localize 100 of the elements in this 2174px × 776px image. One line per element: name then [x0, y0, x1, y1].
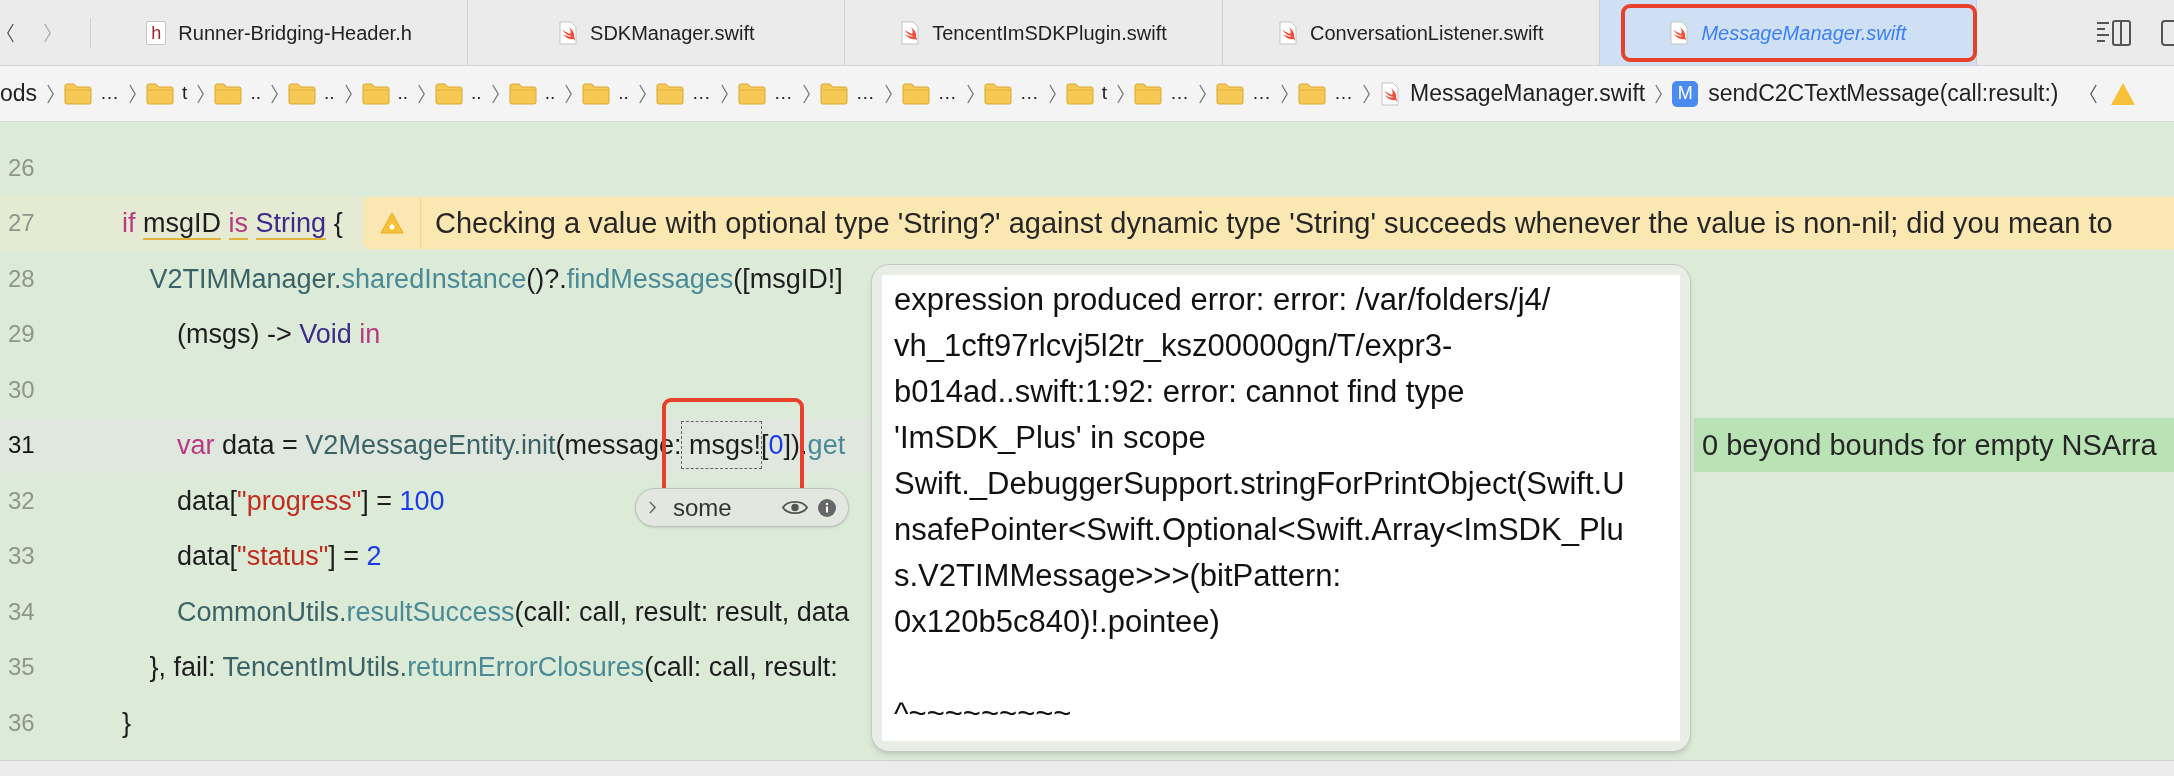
folder-icon — [287, 82, 316, 105]
swift-file-icon — [1278, 20, 1298, 45]
breadcrumb-folder[interactable]: .. — [508, 79, 556, 108]
back-icon — [6, 21, 15, 44]
forward-icon — [43, 21, 52, 44]
line-number: 35 — [7, 652, 36, 683]
editor-tab[interactable]: TencentImSDKPlugin.swift — [845, 0, 1223, 65]
folder-icon — [1134, 82, 1163, 105]
chevron-icon — [637, 82, 647, 105]
breadcrumb-folder[interactable]: … — [737, 79, 793, 108]
folder-icon — [655, 82, 684, 105]
line-number: 28 — [7, 263, 36, 294]
warning-message: Checking a value with optional type 'String?' against dynamic type 'String' succeeds whenever the value is non-nil; did you mean to — [434, 205, 2113, 241]
breadcrumb-folder[interactable]: t — [1065, 79, 1108, 108]
chevron-icon — [1654, 82, 1664, 105]
line-number: 31 — [7, 430, 36, 461]
folder-icon — [435, 82, 464, 105]
warning-icon — [379, 212, 404, 235]
popover-text-line: s.V2TIMMessage>>>(bitPattern: — [894, 557, 1342, 595]
code-line: data["status"] = 2 — [177, 540, 382, 574]
chevron-icon — [719, 82, 729, 105]
panel-icon[interactable] — [2160, 18, 2174, 47]
code-line: V2TIMManager.sharedInstance()?.findMessages([msgID!] — [149, 262, 843, 296]
method-badge-icon: M — [1672, 80, 1699, 107]
value-pill[interactable]: some — [635, 488, 849, 527]
chevron-icon — [269, 82, 279, 105]
folder-icon — [146, 82, 175, 105]
breadcrumb-folder[interactable]: .. — [435, 79, 482, 108]
folder-icon — [214, 82, 243, 105]
folder-icon — [361, 82, 390, 105]
line-number: 32 — [7, 485, 36, 516]
line-number: 34 — [7, 596, 36, 627]
chevron-icon — [128, 82, 138, 105]
folder-icon — [508, 82, 537, 105]
swift-file-icon — [900, 20, 921, 45]
breadcrumb-folder[interactable]: … — [655, 79, 711, 108]
chevron-icon — [343, 82, 353, 105]
code-line: CommonUtils.resultSuccess(call: call, result: result, data — [177, 595, 850, 629]
error-message: 0 beyond bounds for empty NSArra — [1701, 427, 2157, 463]
chevron-icon — [1116, 82, 1126, 105]
breadcrumb-folder[interactable]: … — [1134, 79, 1190, 108]
breadcrumb-method[interactable]: M sendC2CTextMessage(call:result:) — [1672, 76, 2059, 111]
info-icon[interactable] — [818, 498, 836, 517]
breadcrumb-folder[interactable]: t — [146, 79, 188, 108]
code-line: } — [122, 706, 132, 740]
chevron-icon — [1198, 82, 1208, 105]
chevron-icon — [1362, 82, 1372, 105]
folder-icon — [1216, 82, 1245, 105]
popover-text-line: vh_1cft97rlcvj5l2tr_ksz00000gn/T/expr3- — [894, 327, 1453, 365]
editor-tab[interactable]: ConversationListener.swift — [1222, 0, 1600, 65]
chevron-icon — [883, 82, 893, 105]
breadcrumb-folder[interactable]: … — [901, 79, 957, 108]
folder-icon — [1065, 82, 1094, 105]
folder-icon — [901, 82, 930, 105]
folder-icon — [1298, 82, 1327, 105]
code-line: data["progress"] = 100 — [177, 484, 445, 518]
breadcrumb-file[interactable]: MessageManager.swift — [1380, 76, 1646, 111]
folder-icon — [582, 82, 611, 105]
breadcrumb-folder[interactable]: .. — [582, 79, 629, 108]
breadcrumb-folder[interactable]: … — [983, 79, 1039, 108]
popover-text-line: ^~~~~~~~~~ — [894, 695, 1072, 733]
line-number: 36 — [7, 707, 36, 738]
breadcrumb-folder[interactable]: .. — [361, 79, 409, 108]
breadcrumb-folder[interactable]: … — [819, 79, 875, 108]
breadcrumb-folder[interactable]: .. — [287, 79, 335, 108]
popover-text-line: b014ad..swift:1:92: error: cannot find type — [894, 373, 1465, 411]
folder-icon — [819, 82, 848, 105]
breadcrumb-folder[interactable]: … — [64, 79, 120, 108]
code-line: (msgs) -> Void in — [177, 318, 381, 352]
breadcrumb-item[interactable]: ods — [0, 76, 38, 111]
chevron-icon — [490, 82, 500, 105]
header-file-icon: h — [146, 20, 167, 45]
editor-tab[interactable]: h Runner-Bridging-Header.h — [91, 0, 469, 65]
swift-file-icon — [558, 20, 579, 45]
editor-options-icon[interactable] — [2096, 18, 2132, 47]
folder-icon — [737, 82, 766, 105]
popover-text-line: 0x120b5c840)!.pointee) — [894, 603, 1220, 641]
back-icon — [2088, 82, 2098, 105]
swift-file-icon — [1669, 20, 1690, 45]
folder-icon — [64, 82, 93, 105]
chevron-icon — [46, 82, 56, 105]
popover-text-line: 'ImSDK_Plus' in scope — [894, 419, 1206, 457]
breadcrumb-folder[interactable]: … — [1216, 79, 1272, 108]
chevron-icon — [965, 82, 975, 105]
chevron-icon — [417, 82, 427, 105]
popover-text-line: Swift._DebuggerSupport.stringForPrintObject(Swift.U — [894, 465, 1625, 503]
code-line: if msgID is String { — [122, 207, 343, 243]
editor-tab[interactable]: SDKManager.swift — [468, 0, 846, 65]
value-label: some — [673, 492, 732, 523]
line-number: 29 — [7, 319, 36, 350]
chevron-icon — [564, 82, 574, 105]
popover-text-line: expression produced error: error: /var/folders/j4/ — [894, 281, 1551, 319]
chevron-icon — [1280, 82, 1290, 105]
chevron-icon — [801, 82, 811, 105]
breadcrumb-folder[interactable]: … — [1298, 79, 1354, 108]
breadcrumb-folder[interactable]: .. — [214, 79, 261, 108]
chevron-icon — [1047, 82, 1057, 105]
line-number: 33 — [7, 541, 36, 572]
eye-icon[interactable] — [782, 499, 808, 516]
chevron-icon — [196, 82, 206, 105]
